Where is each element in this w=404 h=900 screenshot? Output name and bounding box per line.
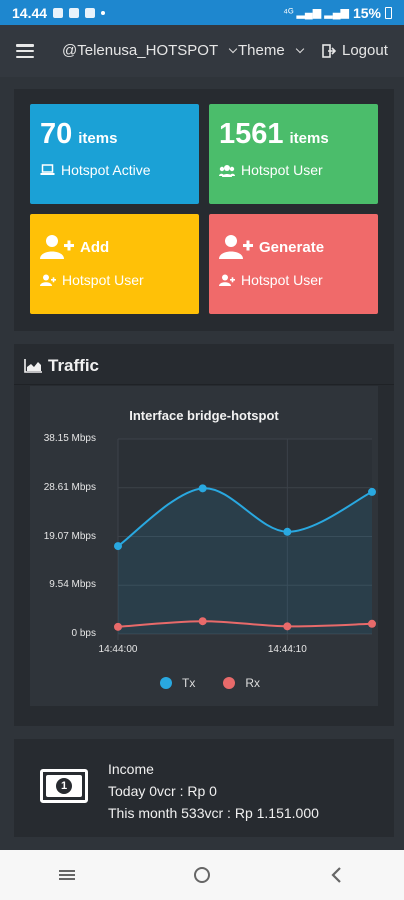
- account-label: @Telenusa_HOTSPOT: [62, 42, 219, 59]
- card-label: Hotspot User: [219, 162, 323, 178]
- y-tick-label: 19.07 Mbps: [43, 530, 96, 542]
- x-tick-label: 14:44:00: [98, 644, 138, 655]
- data-point-rx: [368, 619, 376, 628]
- card-title: Generate: [219, 234, 324, 260]
- area-chart-icon: [24, 359, 42, 373]
- y-tick-label: 28.61 Mbps: [43, 481, 96, 493]
- card-title: Add: [40, 234, 109, 260]
- menu-icon[interactable]: [16, 44, 34, 58]
- home-icon: [193, 867, 210, 883]
- traffic-chart: Interface bridge-hotspot 38.15 Mbps 28.61…: [30, 386, 378, 706]
- card-label: Hotspot User: [219, 272, 323, 288]
- data-point-rx: [114, 622, 122, 631]
- laptop-icon: [40, 164, 55, 175]
- income-title: Income: [108, 761, 154, 777]
- theme-label: Theme: [238, 42, 285, 59]
- data-point-rx: [198, 617, 207, 626]
- chart-legend: Tx Rx: [160, 676, 260, 690]
- income-panel: 1 Income Today 0vcr : Rp 0 This month 53…: [14, 739, 394, 837]
- y-tick-label: 38.15 Mbps: [43, 433, 96, 444]
- user-plus-icon: [40, 235, 74, 259]
- chevron-down-icon: [295, 44, 304, 53]
- card-count: 70 items: [40, 118, 118, 150]
- traffic-divider: [14, 384, 394, 385]
- system-nav-bar: [0, 850, 404, 900]
- notification-icon: [69, 7, 80, 18]
- logout-label: Logout: [342, 42, 388, 59]
- y-tick-label: 9.54 Mbps: [49, 579, 96, 591]
- data-point-tx: [283, 527, 292, 536]
- battery-level: 15%: [352, 4, 381, 21]
- back-button[interactable]: [317, 855, 357, 895]
- signal-icon: ⁴ᴳ ▂▄▆ ▂▄▆: [283, 7, 349, 19]
- top-navbar: @Telenusa_HOTSPOT Theme Logout: [0, 25, 404, 77]
- account-dropdown[interactable]: @Telenusa_HOTSPOT: [62, 42, 238, 59]
- user-plus-icon: [219, 235, 253, 259]
- back-icon: [331, 867, 341, 883]
- data-point-rx: [283, 622, 292, 631]
- hotspot-user-card[interactable]: 1561 items Hotspot User: [209, 104, 378, 204]
- generate-user-card[interactable]: Generate Hotspot User: [209, 214, 378, 314]
- add-user-card[interactable]: Add Hotspot User: [30, 214, 199, 314]
- users-icon: [219, 164, 235, 177]
- card-label: Hotspot Active: [40, 162, 151, 178]
- logout-icon: [322, 43, 336, 58]
- hotspot-active-card[interactable]: 70 items Hotspot Active: [30, 104, 199, 204]
- legend-swatch-rx[interactable]: [223, 677, 236, 689]
- card-label: Hotspot User: [40, 272, 144, 288]
- card-count: 1561 items: [219, 118, 329, 150]
- home-button[interactable]: [182, 855, 222, 895]
- battery-icon: [385, 6, 392, 19]
- legend-swatch-tx[interactable]: [160, 677, 172, 689]
- y-tick-label: 0 bps: [71, 628, 96, 639]
- chevron-down-icon: [228, 44, 238, 53]
- data-point-tx: [368, 487, 376, 496]
- notification-icon: [53, 7, 64, 18]
- traffic-title: Traffic: [24, 356, 99, 376]
- legend-label-rx[interactable]: Rx: [245, 676, 260, 690]
- summary-panel: 70 items Hotspot Active 1561 items Hotspot…: [14, 89, 394, 331]
- recents-icon: [59, 870, 76, 880]
- legend-label-tx[interactable]: Tx: [182, 676, 195, 690]
- user-plus-icon: [40, 274, 56, 286]
- data-point-tx: [198, 484, 207, 493]
- more-notifications-icon: [101, 10, 106, 15]
- theme-dropdown[interactable]: Theme: [238, 42, 304, 59]
- user-plus-icon: [219, 274, 235, 286]
- x-tick-label: 14:44:10: [267, 644, 307, 655]
- status-time: 14.44: [12, 4, 48, 21]
- money-bill-icon: 1: [40, 769, 88, 803]
- status-bar: 14.44 ⁴ᴳ ▂▄▆ ▂▄▆ 15%: [0, 0, 404, 25]
- income-details: Income Today 0vcr : Rp 0 This month 533v…: [108, 758, 319, 824]
- notification-icon: [85, 7, 96, 18]
- data-point-tx: [114, 542, 122, 551]
- income-month: This month 533vcr : Rp 1.151.000: [108, 805, 319, 821]
- recent-apps-button[interactable]: [47, 855, 87, 895]
- logout-button[interactable]: Logout: [322, 42, 388, 59]
- income-today: Today 0vcr : Rp 0: [108, 783, 217, 799]
